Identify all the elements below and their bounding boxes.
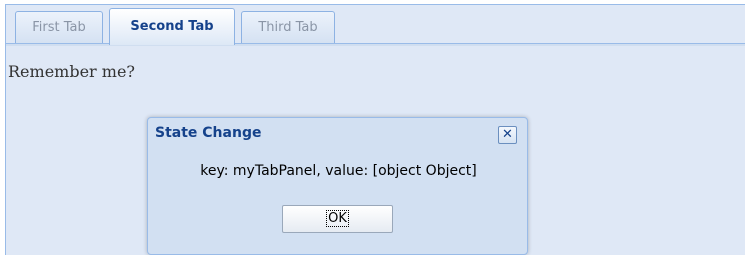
- dialog-message: key: myTabPanel, value: [object Object]: [200, 163, 477, 179]
- state-change-dialog: State Change ✕ key: myTabPanel, value: […: [147, 117, 528, 255]
- close-button[interactable]: ✕: [498, 126, 517, 144]
- content-text: Remember me?: [8, 62, 135, 81]
- ok-button-label: OK: [326, 210, 349, 227]
- close-icon: ✕: [502, 127, 513, 142]
- ok-button[interactable]: OK: [282, 205, 393, 233]
- tab-strip: First Tab Second Tab Third Tab: [6, 5, 745, 45]
- dialog-title: State Change: [155, 125, 262, 141]
- tab-first[interactable]: First Tab: [15, 11, 103, 44]
- tab-third[interactable]: Third Tab: [241, 11, 335, 44]
- tab-second[interactable]: Second Tab: [109, 8, 235, 45]
